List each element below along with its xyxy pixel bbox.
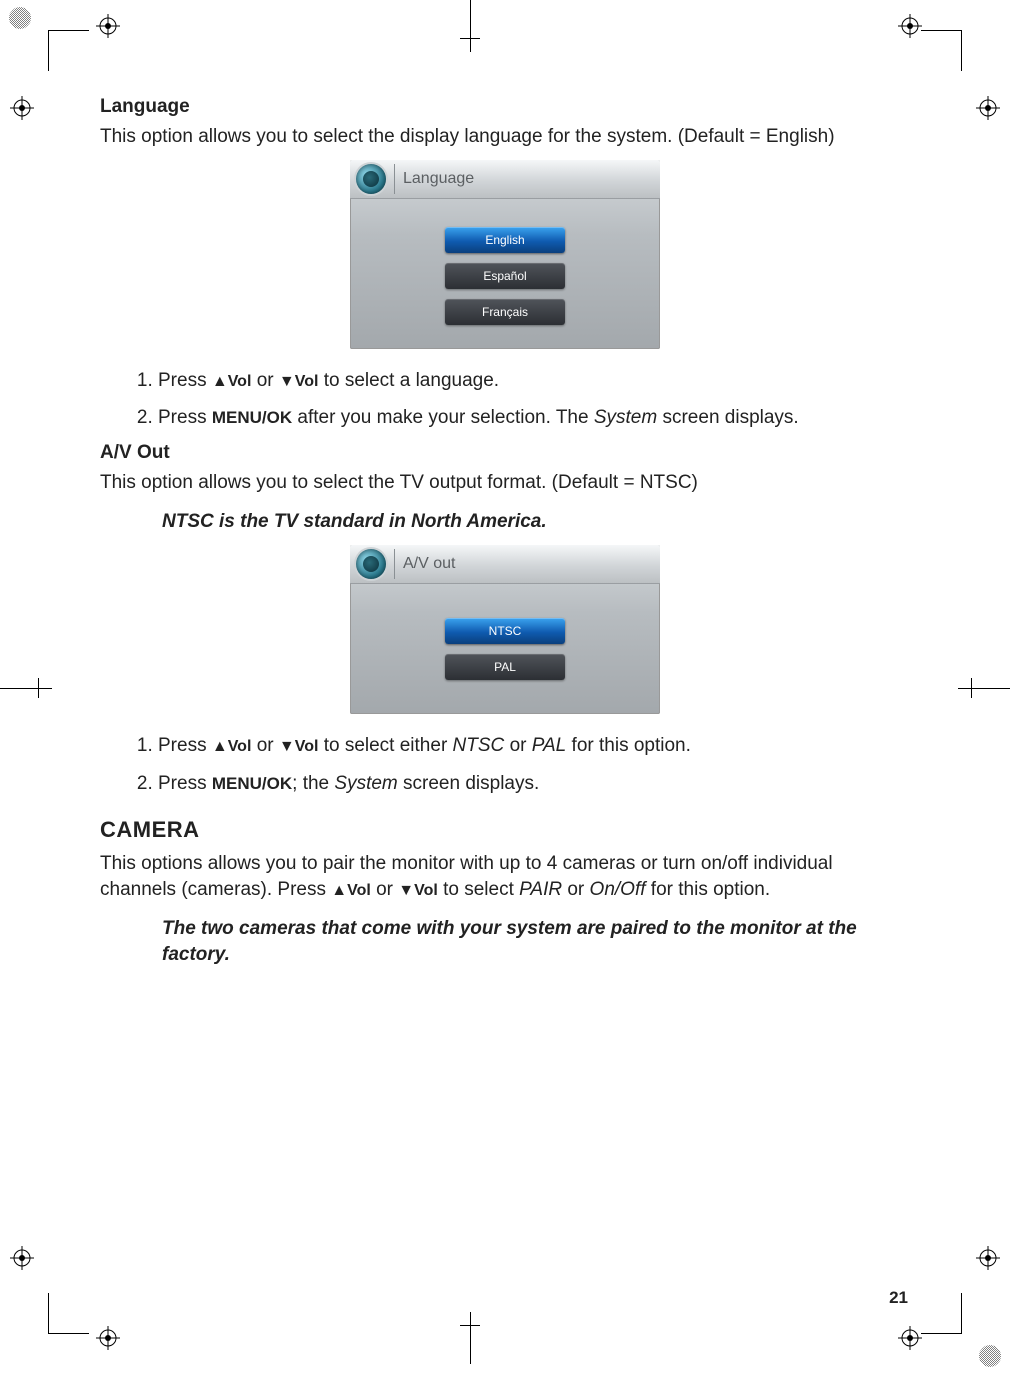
gear-icon bbox=[356, 549, 386, 579]
note-camera: The two cameras that come with your syst… bbox=[162, 916, 882, 967]
osd-avout-screenshot: A/V out NTSC PAL bbox=[350, 545, 660, 714]
osd-option-ntsc: NTSC bbox=[445, 618, 565, 644]
text: or bbox=[567, 879, 589, 900]
step-item: Press ▲Vol or ▼Vol to select a language. bbox=[158, 367, 910, 395]
osd-option-pal: PAL bbox=[445, 654, 565, 680]
text: after you make your selection. The bbox=[297, 407, 593, 428]
crop-mark-icon bbox=[48, 30, 89, 71]
heading-camera: CAMERA bbox=[100, 817, 910, 843]
text: or bbox=[257, 735, 279, 756]
registration-mark-icon bbox=[96, 1326, 120, 1350]
page-content: Language This option allows you to selec… bbox=[100, 96, 910, 978]
text: Press bbox=[158, 407, 212, 428]
text: to select either bbox=[324, 735, 453, 756]
menu-ok-key: MENU/OK bbox=[212, 408, 292, 427]
registration-mark-icon bbox=[96, 14, 120, 38]
crop-mark-icon bbox=[940, 688, 1010, 690]
text-italic: On/Off bbox=[590, 879, 646, 900]
note-avout: NTSC is the TV standard in North America… bbox=[162, 509, 882, 535]
text: for this option. bbox=[572, 735, 691, 756]
step-item: Press ▲Vol or ▼Vol to select either NTSC… bbox=[158, 732, 910, 760]
registration-corner-icon bbox=[8, 6, 32, 30]
registration-mark-icon bbox=[10, 96, 34, 120]
text: screen displays. bbox=[662, 407, 798, 428]
registration-mark-icon bbox=[10, 1246, 34, 1270]
text: Press bbox=[158, 735, 212, 756]
registration-mark-icon bbox=[976, 96, 1000, 120]
text-language-intro: This option allows you to select the dis… bbox=[100, 124, 910, 150]
osd-title: A/V out bbox=[403, 555, 455, 573]
text: ; the bbox=[292, 773, 334, 794]
osd-header: Language bbox=[350, 160, 660, 199]
text: Press bbox=[158, 370, 212, 391]
heading-avout: A/V Out bbox=[100, 442, 910, 464]
text: for this option. bbox=[651, 879, 770, 900]
text: to select a language. bbox=[324, 370, 499, 391]
text: to select bbox=[443, 879, 519, 900]
osd-header: A/V out bbox=[350, 545, 660, 584]
crop-mark-icon bbox=[921, 30, 962, 71]
text-italic: PAL bbox=[532, 735, 567, 756]
menu-ok-key: MENU/OK bbox=[212, 774, 292, 793]
vol-down-key: ▼Vol bbox=[279, 373, 319, 390]
vol-down-key: ▼Vol bbox=[279, 738, 319, 755]
vol-up-key: ▲Vol bbox=[212, 738, 252, 755]
registration-mark-icon bbox=[898, 1326, 922, 1350]
text: screen displays. bbox=[398, 773, 540, 794]
vol-down-key: ▼Vol bbox=[398, 882, 438, 899]
registration-mark-icon bbox=[898, 14, 922, 38]
step-item: Press MENU/OK after you make your select… bbox=[158, 404, 910, 432]
crop-mark-icon bbox=[0, 688, 70, 690]
crop-mark-icon bbox=[470, 0, 472, 70]
gear-icon bbox=[356, 164, 386, 194]
steps-language: Press ▲Vol or ▼Vol to select a language.… bbox=[100, 367, 910, 432]
steps-avout: Press ▲Vol or ▼Vol to select either NTSC… bbox=[100, 732, 910, 797]
text-camera-intro: This options allows you to pair the moni… bbox=[100, 851, 910, 902]
crop-mark-icon bbox=[921, 1293, 962, 1334]
crop-mark-icon bbox=[470, 1294, 472, 1364]
osd-body: English Español Français bbox=[350, 199, 660, 349]
text-italic: NTSC bbox=[453, 735, 505, 756]
registration-mark-icon bbox=[976, 1246, 1000, 1270]
text-avout-intro: This option allows you to select the TV … bbox=[100, 470, 910, 496]
step-item: Press MENU/OK; the System screen display… bbox=[158, 770, 910, 798]
text: Press bbox=[158, 773, 212, 794]
osd-language-screenshot: Language English Español Français bbox=[350, 160, 660, 349]
osd-option-espanol: Español bbox=[445, 263, 565, 289]
text-italic: System bbox=[334, 773, 397, 794]
page-number: 21 bbox=[889, 1288, 908, 1308]
osd-option-english: English bbox=[445, 227, 565, 253]
vol-up-key: ▲Vol bbox=[212, 373, 252, 390]
text-italic: System bbox=[594, 407, 657, 428]
divider bbox=[394, 164, 395, 194]
heading-language: Language bbox=[100, 96, 910, 118]
registration-corner-icon bbox=[978, 1344, 1002, 1368]
crop-mark-icon bbox=[48, 1293, 89, 1334]
text: or bbox=[376, 879, 398, 900]
divider bbox=[394, 549, 395, 579]
osd-title: Language bbox=[403, 170, 474, 188]
osd-body: NTSC PAL bbox=[350, 584, 660, 714]
text-italic: PAIR bbox=[519, 879, 562, 900]
vol-up-key: ▲Vol bbox=[331, 882, 371, 899]
text: or bbox=[257, 370, 279, 391]
text: or bbox=[510, 735, 532, 756]
osd-option-francais: Français bbox=[445, 299, 565, 325]
